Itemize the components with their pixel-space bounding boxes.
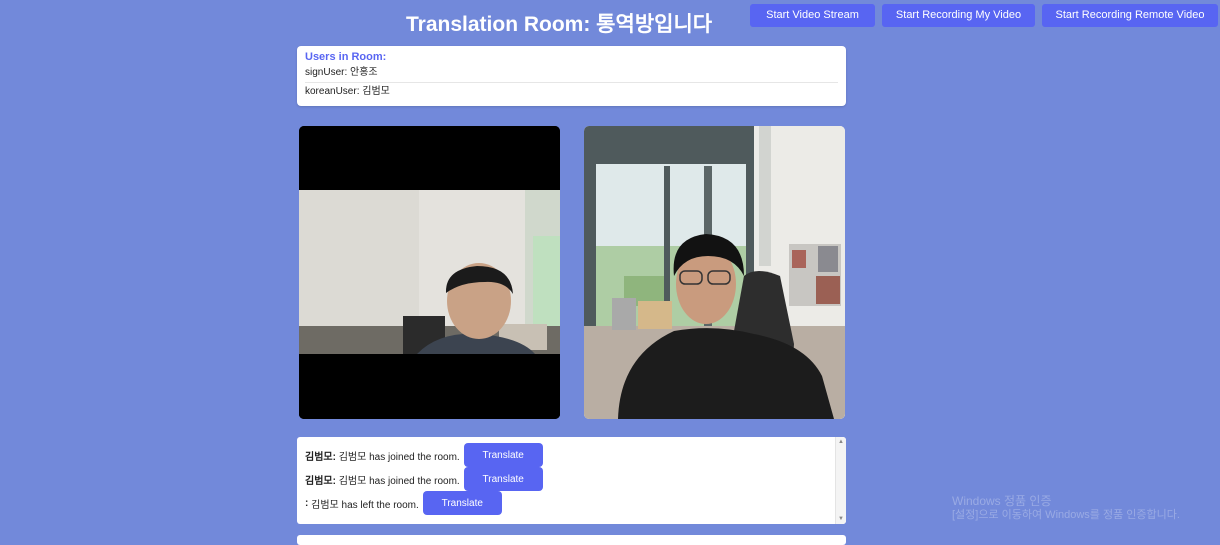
chat-text: 김범모 has joined the room. bbox=[338, 451, 460, 463]
bottom-panel bbox=[297, 535, 846, 545]
watermark-title: Windows 정품 인증 bbox=[952, 494, 1052, 508]
page-title: Translation Room: 통역방입니다 bbox=[406, 13, 713, 36]
user-item: signUser: 안홍조 bbox=[305, 64, 838, 83]
user-item: koreanUser: 김범모 bbox=[305, 86, 390, 97]
start-recording-remote-video-button[interactable]: Start Recording Remote Video bbox=[1042, 4, 1218, 27]
local-video-frame bbox=[299, 126, 560, 419]
scroll-down-icon[interactable]: ▼ bbox=[838, 516, 844, 522]
chat-text: 김범모 has joined the room. bbox=[338, 475, 460, 487]
watermark-subtitle: [설정]으로 이동하여 Windows를 정품 인증합니다. bbox=[952, 509, 1180, 521]
chat-text: 김범모 has left the room. bbox=[311, 499, 419, 511]
local-video bbox=[299, 126, 560, 419]
chat-message: 김범모: 김범모 has joined the room. Translate bbox=[305, 443, 832, 467]
chat-scrollbar[interactable]: ▲ ▼ bbox=[835, 437, 846, 524]
start-video-stream-button[interactable]: Start Video Stream bbox=[750, 4, 875, 27]
chat-sender: 김범모: bbox=[305, 451, 336, 463]
chat-panel[interactable]: 김범모: 김범모 has joined the room. Translate … bbox=[297, 437, 846, 524]
chat-sender: 김범모: bbox=[305, 475, 336, 487]
start-recording-my-video-button[interactable]: Start Recording My Video bbox=[882, 4, 1035, 27]
translate-button[interactable]: Translate bbox=[422, 491, 502, 515]
windows-activation-watermark: Windows 정품 인증 [설정]으로 이동하여 Windows를 정품 인증… bbox=[952, 494, 1180, 522]
users-title: Users in Room: bbox=[305, 51, 387, 63]
chat-message: : 김범모 has left the room. Translate bbox=[305, 491, 832, 515]
scroll-up-icon[interactable]: ▲ bbox=[838, 439, 844, 445]
users-panel: Users in Room: signUser: 안홍조 koreanUser:… bbox=[297, 46, 846, 106]
chat-message: 김범모: 김범모 has joined the room. Translate bbox=[305, 467, 832, 491]
translate-button[interactable]: Translate bbox=[463, 443, 543, 467]
translate-button[interactable]: Translate bbox=[463, 467, 543, 491]
chat-sender: : bbox=[305, 497, 309, 509]
remote-video bbox=[584, 126, 845, 419]
remote-video-frame bbox=[584, 126, 845, 419]
